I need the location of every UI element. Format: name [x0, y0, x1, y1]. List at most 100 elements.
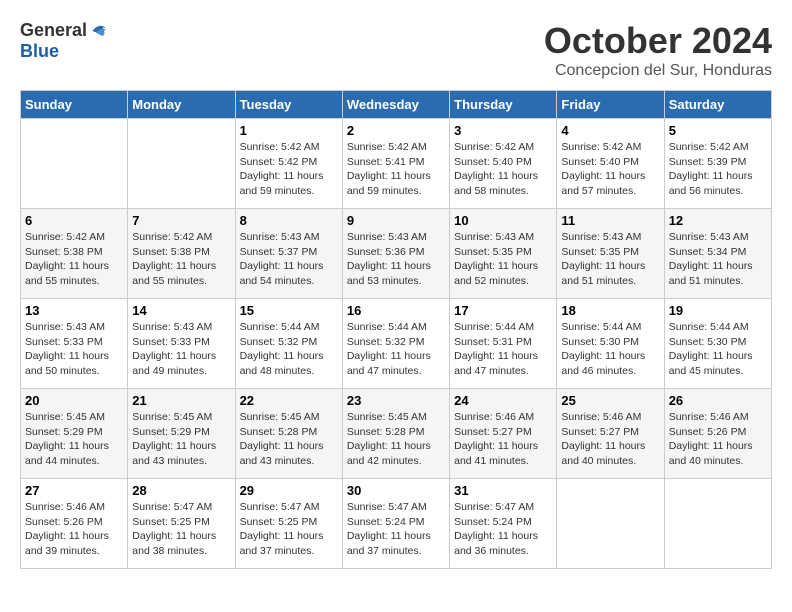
day-info: Sunrise: 5:44 AM Sunset: 5:30 PM Dayligh… — [561, 320, 659, 379]
day-info: Sunrise: 5:42 AM Sunset: 5:38 PM Dayligh… — [132, 230, 230, 289]
day-info: Sunrise: 5:44 AM Sunset: 5:32 PM Dayligh… — [240, 320, 338, 379]
logo-icon — [89, 21, 109, 41]
day-info: Sunrise: 5:47 AM Sunset: 5:24 PM Dayligh… — [454, 500, 552, 559]
day-number: 27 — [25, 483, 123, 498]
day-info: Sunrise: 5:42 AM Sunset: 5:41 PM Dayligh… — [347, 140, 445, 199]
day-info: Sunrise: 5:43 AM Sunset: 5:35 PM Dayligh… — [561, 230, 659, 289]
calendar-cell: 7 Sunrise: 5:42 AM Sunset: 5:38 PM Daylig… — [128, 209, 235, 299]
day-info: Sunrise: 5:45 AM Sunset: 5:28 PM Dayligh… — [240, 410, 338, 469]
calendar-cell: 22 Sunrise: 5:45 AM Sunset: 5:28 PM Dayli… — [235, 389, 342, 479]
calendar-cell: 26Sunrise: 5:46 AM Sunset: 5:26 PM Dayli… — [664, 389, 771, 479]
calendar-cell: 24 Sunrise: 5:46 AM Sunset: 5:27 PM Dayli… — [450, 389, 557, 479]
calendar-cell: 2 Sunrise: 5:42 AM Sunset: 5:41 PM Daylig… — [342, 119, 449, 209]
day-number: 22 — [240, 393, 338, 408]
calendar-cell: 3 Sunrise: 5:42 AM Sunset: 5:40 PM Daylig… — [450, 119, 557, 209]
day-number: 9 — [347, 213, 445, 228]
calendar-cell — [128, 119, 235, 209]
day-number: 17 — [454, 303, 552, 318]
day-number: 6 — [25, 213, 123, 228]
day-number: 5 — [669, 123, 767, 138]
calendar-week-row: 20Sunrise: 5:45 AM Sunset: 5:29 PM Dayli… — [21, 389, 772, 479]
calendar-cell: 8 Sunrise: 5:43 AM Sunset: 5:37 PM Daylig… — [235, 209, 342, 299]
calendar-day-header: Saturday — [664, 91, 771, 119]
day-info: Sunrise: 5:43 AM Sunset: 5:33 PM Dayligh… — [25, 320, 123, 379]
day-number: 25 — [561, 393, 659, 408]
day-info: Sunrise: 5:46 AM Sunset: 5:26 PM Dayligh… — [25, 500, 123, 559]
day-info: Sunrise: 5:42 AM Sunset: 5:38 PM Dayligh… — [25, 230, 123, 289]
day-info: Sunrise: 5:47 AM Sunset: 5:25 PM Dayligh… — [132, 500, 230, 559]
day-info: Sunrise: 5:43 AM Sunset: 5:33 PM Dayligh… — [132, 320, 230, 379]
day-info: Sunrise: 5:43 AM Sunset: 5:36 PM Dayligh… — [347, 230, 445, 289]
day-number: 23 — [347, 393, 445, 408]
calendar-cell: 25 Sunrise: 5:46 AM Sunset: 5:27 PM Dayli… — [557, 389, 664, 479]
day-info: Sunrise: 5:42 AM Sunset: 5:42 PM Dayligh… — [240, 140, 338, 199]
day-number: 1 — [240, 123, 338, 138]
calendar-cell — [557, 479, 664, 569]
calendar-cell: 28 Sunrise: 5:47 AM Sunset: 5:25 PM Dayli… — [128, 479, 235, 569]
calendar-cell: 31 Sunrise: 5:47 AM Sunset: 5:24 PM Dayli… — [450, 479, 557, 569]
day-number: 13 — [25, 303, 123, 318]
day-info: Sunrise: 5:46 AM Sunset: 5:27 PM Dayligh… — [561, 410, 659, 469]
calendar-cell: 9 Sunrise: 5:43 AM Sunset: 5:36 PM Daylig… — [342, 209, 449, 299]
calendar-cell: 29Sunrise: 5:47 AM Sunset: 5:25 PM Dayli… — [235, 479, 342, 569]
calendar-cell: 12Sunrise: 5:43 AM Sunset: 5:34 PM Dayli… — [664, 209, 771, 299]
calendar-header-row: SundayMondayTuesdayWednesdayThursdayFrid… — [21, 91, 772, 119]
day-number: 8 — [240, 213, 338, 228]
calendar-cell: 20Sunrise: 5:45 AM Sunset: 5:29 PM Dayli… — [21, 389, 128, 479]
calendar-day-header: Monday — [128, 91, 235, 119]
calendar-cell: 4Sunrise: 5:42 AM Sunset: 5:40 PM Daylig… — [557, 119, 664, 209]
day-number: 20 — [25, 393, 123, 408]
day-number: 7 — [132, 213, 230, 228]
calendar-day-header: Sunday — [21, 91, 128, 119]
day-number: 30 — [347, 483, 445, 498]
day-number: 21 — [132, 393, 230, 408]
calendar-cell: 15 Sunrise: 5:44 AM Sunset: 5:32 PM Dayli… — [235, 299, 342, 389]
day-number: 3 — [454, 123, 552, 138]
logo-general-text: General — [20, 20, 87, 41]
day-number: 29 — [240, 483, 338, 498]
calendar-cell: 18 Sunrise: 5:44 AM Sunset: 5:30 PM Dayli… — [557, 299, 664, 389]
calendar-cell — [664, 479, 771, 569]
calendar-week-row: 13 Sunrise: 5:43 AM Sunset: 5:33 PM Dayli… — [21, 299, 772, 389]
day-number: 16 — [347, 303, 445, 318]
day-number: 15 — [240, 303, 338, 318]
calendar-cell: 11 Sunrise: 5:43 AM Sunset: 5:35 PM Dayli… — [557, 209, 664, 299]
day-number: 10 — [454, 213, 552, 228]
calendar-week-row: 27 Sunrise: 5:46 AM Sunset: 5:26 PM Dayli… — [21, 479, 772, 569]
logo: General Blue — [20, 20, 109, 62]
page-header: General Blue October 2024 Concepcion del… — [20, 20, 772, 80]
day-number: 31 — [454, 483, 552, 498]
calendar-cell: 21Sunrise: 5:45 AM Sunset: 5:29 PM Dayli… — [128, 389, 235, 479]
day-info: Sunrise: 5:42 AM Sunset: 5:40 PM Dayligh… — [561, 140, 659, 199]
day-number: 14 — [132, 303, 230, 318]
calendar-cell: 6 Sunrise: 5:42 AM Sunset: 5:38 PM Daylig… — [21, 209, 128, 299]
calendar-cell: 14 Sunrise: 5:43 AM Sunset: 5:33 PM Dayli… — [128, 299, 235, 389]
calendar-cell: 1 Sunrise: 5:42 AM Sunset: 5:42 PM Daylig… — [235, 119, 342, 209]
calendar-cell: 16Sunrise: 5:44 AM Sunset: 5:32 PM Dayli… — [342, 299, 449, 389]
day-number: 24 — [454, 393, 552, 408]
day-info: Sunrise: 5:44 AM Sunset: 5:30 PM Dayligh… — [669, 320, 767, 379]
day-info: Sunrise: 5:47 AM Sunset: 5:24 PM Dayligh… — [347, 500, 445, 559]
day-number: 11 — [561, 213, 659, 228]
logo-blue-text: Blue — [20, 41, 59, 62]
day-info: Sunrise: 5:43 AM Sunset: 5:35 PM Dayligh… — [454, 230, 552, 289]
day-info: Sunrise: 5:43 AM Sunset: 5:34 PM Dayligh… — [669, 230, 767, 289]
day-info: Sunrise: 5:45 AM Sunset: 5:28 PM Dayligh… — [347, 410, 445, 469]
day-number: 28 — [132, 483, 230, 498]
calendar-cell: 13 Sunrise: 5:43 AM Sunset: 5:33 PM Dayli… — [21, 299, 128, 389]
day-info: Sunrise: 5:42 AM Sunset: 5:39 PM Dayligh… — [669, 140, 767, 199]
calendar-day-header: Friday — [557, 91, 664, 119]
calendar-cell — [21, 119, 128, 209]
calendar-cell: 10 Sunrise: 5:43 AM Sunset: 5:35 PM Dayli… — [450, 209, 557, 299]
day-info: Sunrise: 5:43 AM Sunset: 5:37 PM Dayligh… — [240, 230, 338, 289]
day-number: 26 — [669, 393, 767, 408]
month-title: October 2024 — [544, 20, 772, 62]
day-info: Sunrise: 5:46 AM Sunset: 5:27 PM Dayligh… — [454, 410, 552, 469]
day-number: 2 — [347, 123, 445, 138]
calendar-cell: 27 Sunrise: 5:46 AM Sunset: 5:26 PM Dayli… — [21, 479, 128, 569]
calendar-week-row: 6 Sunrise: 5:42 AM Sunset: 5:38 PM Daylig… — [21, 209, 772, 299]
calendar-day-header: Wednesday — [342, 91, 449, 119]
calendar-cell: 23 Sunrise: 5:45 AM Sunset: 5:28 PM Dayli… — [342, 389, 449, 479]
day-info: Sunrise: 5:42 AM Sunset: 5:40 PM Dayligh… — [454, 140, 552, 199]
day-number: 18 — [561, 303, 659, 318]
